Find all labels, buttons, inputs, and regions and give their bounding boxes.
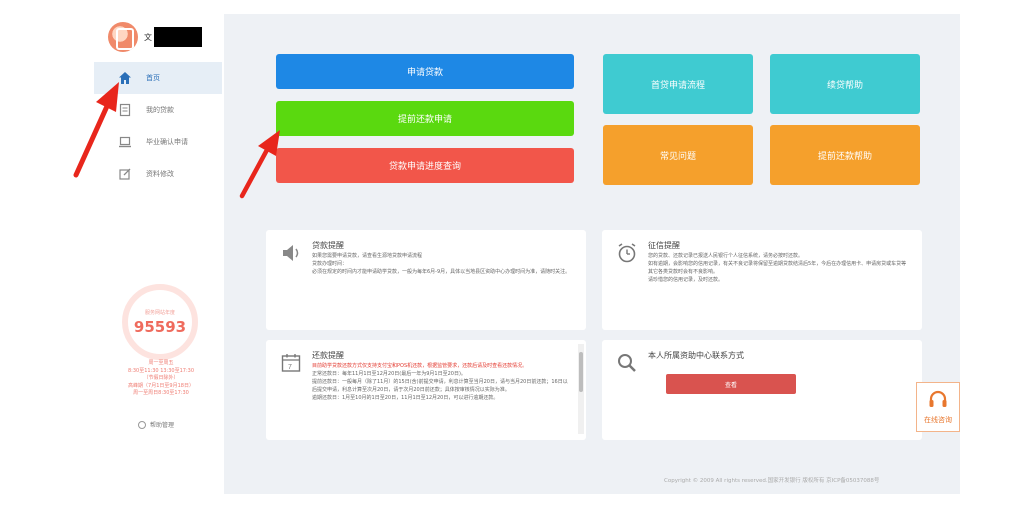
sidebar-item-label: 毕业确认申请	[146, 138, 188, 146]
help-label: 帮助管理	[150, 422, 175, 429]
visits-label: 服务网站年度	[144, 309, 175, 316]
card-body: 您的贷款、还款记录已报送人民银行个人征信系统，请务必按时还款。 如有逾期，会影响…	[648, 252, 908, 284]
card-title: 贷款提醒	[312, 241, 344, 250]
card-title: 征信提醒	[648, 241, 680, 250]
alarm-clock-icon	[616, 242, 638, 264]
progress-query-button[interactable]: 贷款申请进度查询	[276, 148, 574, 183]
visits-counter: 服务网站年度 95593	[122, 284, 198, 360]
service-hours: 周一至周五 8:30至11:30 13:30至17:30 （节假日除外） 高峰期…	[100, 360, 222, 398]
sidebar-item-label: 资料修改	[146, 170, 174, 178]
card-line: 如有逾期，会影响您的信用记录，有关不良记录将保留至逾期贷款结清后5年，今后在办理…	[648, 261, 907, 275]
help-link[interactable]: 帮助管理	[138, 420, 174, 429]
loan-notice-card: 贷款提醒 如果您需要申请贷款，请查看生源地贷款申请流程 贷款办理时间： 必须在规…	[266, 230, 586, 330]
user-name: 文	[144, 32, 152, 42]
main-content: 申请贷款 提前还款申请 贷款申请进度查询 首贷申请流程 续贷帮助 常见问题 提前…	[224, 14, 960, 494]
service-hours-line: 周一至周日8:30至17:30	[133, 390, 189, 396]
card-title: 本人所属资助中心联系方式	[648, 351, 744, 360]
service-hours-line: 周一至周五	[148, 360, 174, 366]
speaker-icon	[280, 242, 302, 264]
early-repay-help-button[interactable]: 提前还款帮助	[770, 125, 920, 185]
card-line: 贷款办理时间：	[312, 261, 348, 267]
card-line: 您的贷款、还款记录已报送人民银行个人征信系统，请务必按时还款。	[648, 253, 804, 259]
service-hours-line: （节假日除外）	[143, 375, 179, 381]
repay-notice-card: 7 还款提醒 目前助学贷款还款方式仅支持支付宝和POS机还款，根据监管要求，还款…	[266, 340, 586, 440]
first-loan-process-button[interactable]: 首贷申请流程	[603, 54, 753, 114]
service-hours-line: 8:30至11:30 13:30至17:30	[127, 367, 195, 374]
scrollbar[interactable]	[578, 344, 584, 434]
renew-loan-help-button[interactable]: 续贷帮助	[770, 54, 920, 114]
faq-button[interactable]: 常见问题	[603, 125, 753, 185]
arrow-annotation-home	[73, 82, 119, 178]
card-line: 正常还款日：每年11月1日至12月20日(最后一年为9月1日至20日)。	[312, 371, 466, 377]
service-hours-line: 高峰期（7月1日至9月18日）	[128, 382, 194, 389]
early-repay-button[interactable]: 提前还款申请	[276, 101, 574, 136]
scroll-thumb[interactable]	[579, 352, 583, 392]
sidebar-item-label: 我的贷款	[146, 106, 174, 114]
apply-loan-button[interactable]: 申请贷款	[276, 54, 574, 89]
card-line: 提前还款日：一般每月（除了11月）的15日(含)前提交申请，利息计算至当月20日…	[312, 379, 568, 393]
card-line: 如果您需要申请贷款，请查看生源地贷款申请流程	[312, 253, 423, 259]
calendar-icon: 7	[280, 352, 302, 374]
contact-card: 本人所属资助中心联系方式 查看	[602, 340, 922, 440]
card-title: 还款提醒	[312, 351, 344, 360]
sidebar-item-label: 首页	[146, 74, 160, 82]
clock-icon	[138, 420, 146, 429]
page: 文 首页 我的贷款 毕业确认申请 资料修改 服务网站年度 95593 周一至周五…	[0, 0, 1024, 520]
card-line: 必须在规定的时间内才能申请助学贷款，一般为每年6月-9月，具体以当地县区资助中心…	[312, 269, 571, 275]
online-consult-button[interactable]: 在线咨询	[916, 382, 960, 432]
credit-notice-card: 征信提醒 您的贷款、还款记录已报送人民银行个人征信系统，请务必按时还款。 如有逾…	[602, 230, 922, 330]
card-line: 逾期还款日：1月至10月的1日至20日，11月1日至12月20日，可以进行逾期还…	[312, 395, 499, 401]
avatar[interactable]	[108, 22, 138, 52]
redacted-name	[154, 27, 202, 47]
arrow-annotation-early-repay	[239, 130, 280, 199]
user-info: 文	[108, 22, 202, 52]
card-body[interactable]: 目前助学贷款还款方式仅支持支付宝和POS机还款，根据监管要求，还款后请及时查看还…	[312, 362, 570, 402]
headset-icon	[927, 389, 949, 413]
search-icon	[616, 352, 638, 374]
card-body: 如果您需要申请贷款，请查看生源地贷款申请流程 贷款办理时间： 必须在规定的时间内…	[312, 252, 572, 276]
visits-count: 95593	[133, 317, 187, 336]
consult-label: 在线咨询	[924, 416, 952, 424]
svg-text:7: 7	[288, 364, 292, 371]
view-contact-button[interactable]: 查看	[666, 374, 796, 394]
card-line: 请珍惜您的信用记录，及时还款。	[648, 277, 724, 283]
card-highlight: 目前助学贷款还款方式仅支持支付宝和POS机还款，根据监管要求，还款后请及时查看还…	[312, 363, 528, 369]
footer-copyright: Copyright © 2009 All rights reserved.国家开…	[664, 478, 880, 484]
